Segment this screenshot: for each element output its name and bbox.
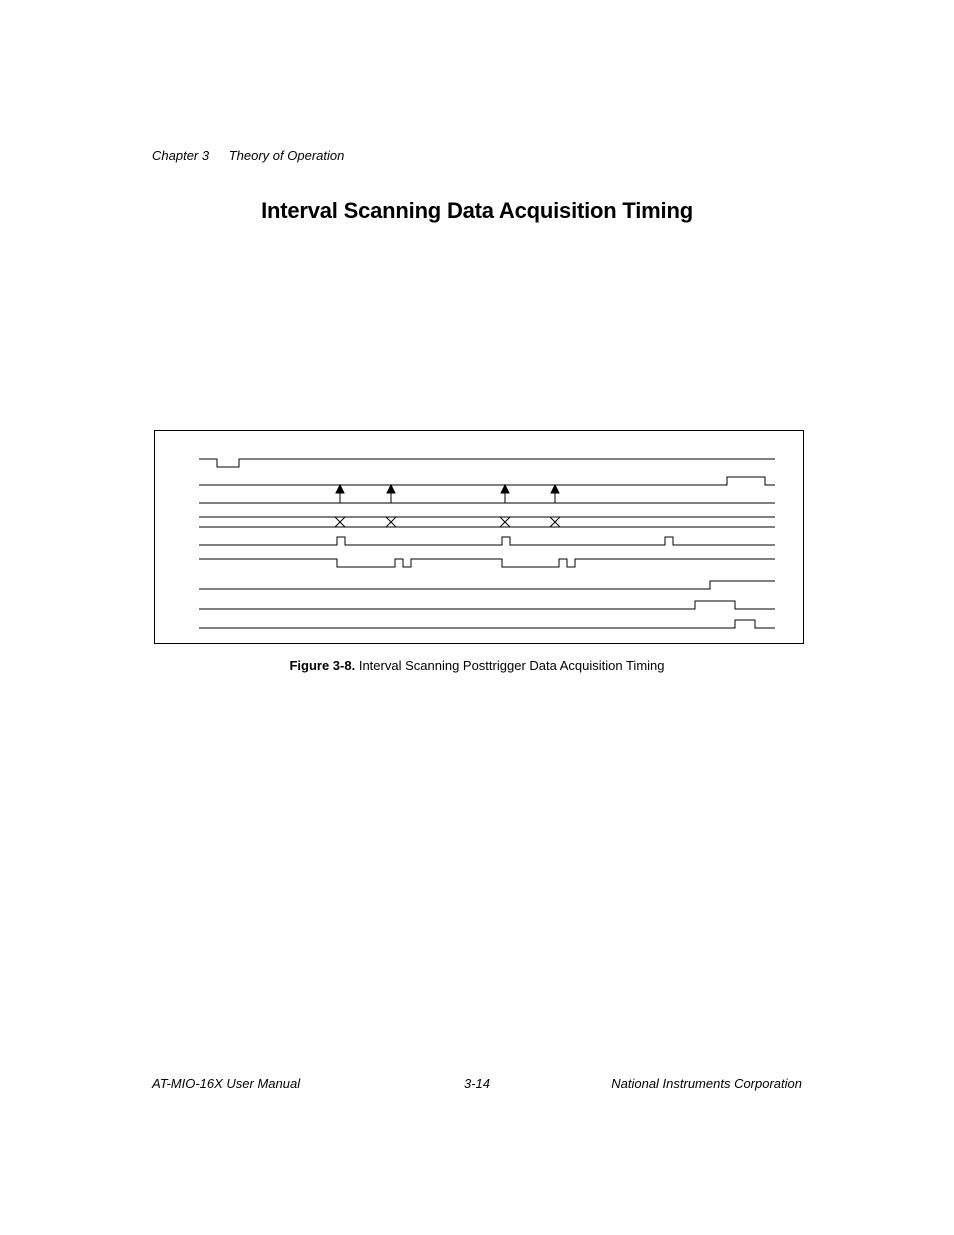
page-header: Chapter 3 Theory of Operation xyxy=(152,148,344,163)
figure-caption: Figure 3-8. Interval Scanning Posttrigge… xyxy=(0,658,954,673)
section-label: Theory of Operation xyxy=(229,148,345,163)
footer-company: National Instruments Corporation xyxy=(611,1076,802,1091)
page-title: Interval Scanning Data Acquisition Timin… xyxy=(0,198,954,224)
figure-label: Figure 3-8. xyxy=(289,658,355,673)
chapter-label: Chapter 3 xyxy=(152,148,209,163)
figure-caption-text: Interval Scanning Posttrigger Data Acqui… xyxy=(359,658,665,673)
timing-diagram-figure xyxy=(154,430,804,644)
timing-diagram-svg xyxy=(155,431,803,643)
